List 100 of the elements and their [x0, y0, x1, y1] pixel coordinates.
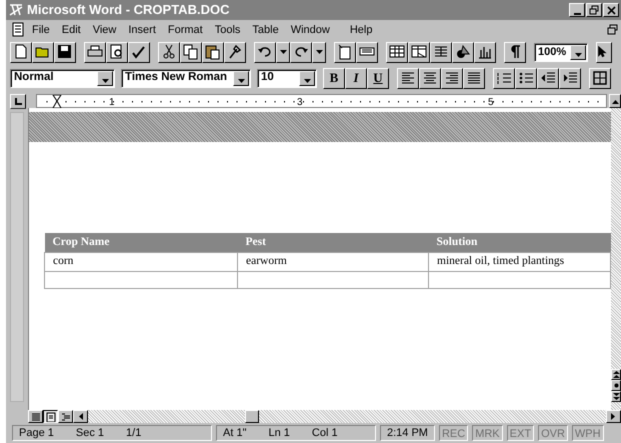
status-indicator: MRK	[472, 425, 503, 441]
scroll-up-button[interactable]	[609, 94, 621, 108]
page-layout-view-icon	[46, 412, 56, 422]
status-text: Sec 1	[76, 426, 104, 441]
bulleted-list-button[interactable]	[515, 68, 537, 88]
table-cell: earworm	[246, 255, 287, 268]
help-pointer-button[interactable]	[596, 42, 612, 62]
borders-icon	[591, 69, 609, 87]
close-button[interactable]	[603, 3, 619, 17]
menu-item[interactable]: Tools	[208, 22, 246, 38]
clipboard-icon	[204, 43, 222, 61]
double-arrow-icon	[612, 371, 620, 378]
dot-icon	[612, 382, 620, 389]
column-header: Pest	[238, 233, 428, 253]
menu-item[interactable]: Insert	[122, 22, 162, 38]
menu-item[interactable]: Window	[284, 22, 336, 38]
undo-arrow-button[interactable]	[254, 42, 276, 62]
table-cell: corn	[53, 255, 74, 268]
arrow-icon	[612, 98, 618, 104]
double-arrow-icon	[612, 393, 620, 400]
next-page-button[interactable]	[611, 391, 621, 402]
font-field[interactable]: Times New Roman	[121, 68, 251, 88]
ruler-number: 3	[297, 96, 303, 110]
restore-button[interactable]	[586, 3, 602, 17]
spelling-check-button[interactable]	[128, 42, 150, 62]
open-folder-button[interactable]	[32, 42, 54, 62]
scroll-right-button[interactable]	[606, 410, 621, 423]
status-indicator: EXT	[506, 425, 534, 441]
save-disk-button[interactable]	[54, 42, 76, 62]
ruler-number: 5	[488, 96, 494, 110]
status-text: 1/1	[126, 426, 142, 441]
vertical-scrollbar[interactable]	[611, 108, 621, 410]
status-text: Ln 1	[268, 426, 290, 441]
drawing-shapes-icon	[454, 43, 472, 61]
column-header: Crop Name	[44, 233, 238, 253]
align-left-button[interactable]	[397, 68, 419, 88]
tab-stop-button[interactable]	[10, 94, 26, 108]
underline-button[interactable]: U	[367, 68, 389, 88]
minimize-icon	[574, 12, 580, 14]
document-icon	[10, 22, 26, 38]
scroll-left-button[interactable]	[73, 410, 88, 423]
page-layout-view-button[interactable]	[43, 410, 58, 423]
window-title: Microsoft Word - CROPTAB.DOC	[27, 1, 230, 20]
new-document-button[interactable]	[10, 42, 32, 62]
align-center-button[interactable]	[419, 68, 441, 88]
menu-item[interactable]: Help	[344, 22, 378, 38]
printer-button[interactable]	[84, 42, 106, 62]
drawing-shapes-button[interactable]	[452, 42, 474, 62]
zoom-field[interactable]: 100%	[534, 42, 588, 62]
column-header: Solution	[428, 233, 610, 253]
bold-button[interactable]: B	[323, 68, 345, 88]
bar-chart-button[interactable]	[474, 42, 496, 62]
caret-icon	[278, 50, 288, 54]
outline-view-icon	[60, 412, 70, 422]
status-text: At 1"	[223, 426, 246, 441]
redo-arrow-button[interactable]	[290, 42, 312, 62]
numbered-list-button[interactable]	[493, 68, 515, 88]
normal-view-icon	[30, 412, 40, 422]
outline-view-button[interactable]	[58, 410, 73, 423]
copy-button[interactable]	[180, 42, 202, 62]
select-browse-button[interactable]	[611, 380, 621, 391]
horizontal-scrollbar[interactable]	[88, 410, 606, 423]
borders-button[interactable]	[589, 68, 611, 88]
status-indicator: REC	[438, 425, 468, 441]
table-grid-button[interactable]	[386, 42, 408, 62]
indent-marker[interactable]	[52, 95, 62, 108]
previous-page-button[interactable]	[611, 369, 621, 380]
minimize-button[interactable]	[569, 3, 585, 17]
font-size-field[interactable]: 10	[257, 68, 317, 88]
ruler-number: 1	[109, 96, 115, 110]
menu-item[interactable]: File	[26, 22, 56, 38]
pilcrow-button[interactable]	[504, 42, 526, 62]
paintbrush-button[interactable]	[224, 42, 246, 62]
menu-item[interactable]: Format	[162, 22, 209, 38]
spreadsheet-button[interactable]	[408, 42, 430, 62]
table-cell: mineral oil, timed plantings	[437, 255, 564, 268]
status-indicator: OVR	[538, 425, 568, 441]
dropdown-button[interactable]	[312, 42, 326, 62]
normal-view-button[interactable]	[28, 410, 43, 423]
arrow-icon	[611, 413, 616, 420]
justify-button[interactable]	[463, 68, 485, 88]
scissors-button[interactable]	[158, 42, 180, 62]
print-preview-button[interactable]	[106, 42, 128, 62]
close-icon	[606, 4, 616, 16]
app-icon	[8, 3, 24, 17]
menu-item[interactable]: Table	[246, 22, 285, 38]
copy-icon	[182, 43, 200, 61]
style-field[interactable]: Normal	[10, 68, 115, 88]
clipboard-button[interactable]	[202, 42, 224, 62]
align-right-button[interactable]	[441, 68, 463, 88]
menu-item[interactable]: Edit	[56, 22, 87, 38]
decrease-indent-button[interactable]	[537, 68, 559, 88]
menu-item[interactable]: View	[86, 22, 122, 38]
increase-indent-button[interactable]	[559, 68, 581, 88]
status-indicator: WPH	[572, 425, 604, 441]
italic-button[interactable]: I	[345, 68, 367, 88]
dropdown-button[interactable]	[276, 42, 290, 62]
arrow-icon	[78, 413, 83, 420]
columns-button[interactable]	[430, 42, 452, 62]
status-text: 2:14 PM	[387, 426, 428, 441]
